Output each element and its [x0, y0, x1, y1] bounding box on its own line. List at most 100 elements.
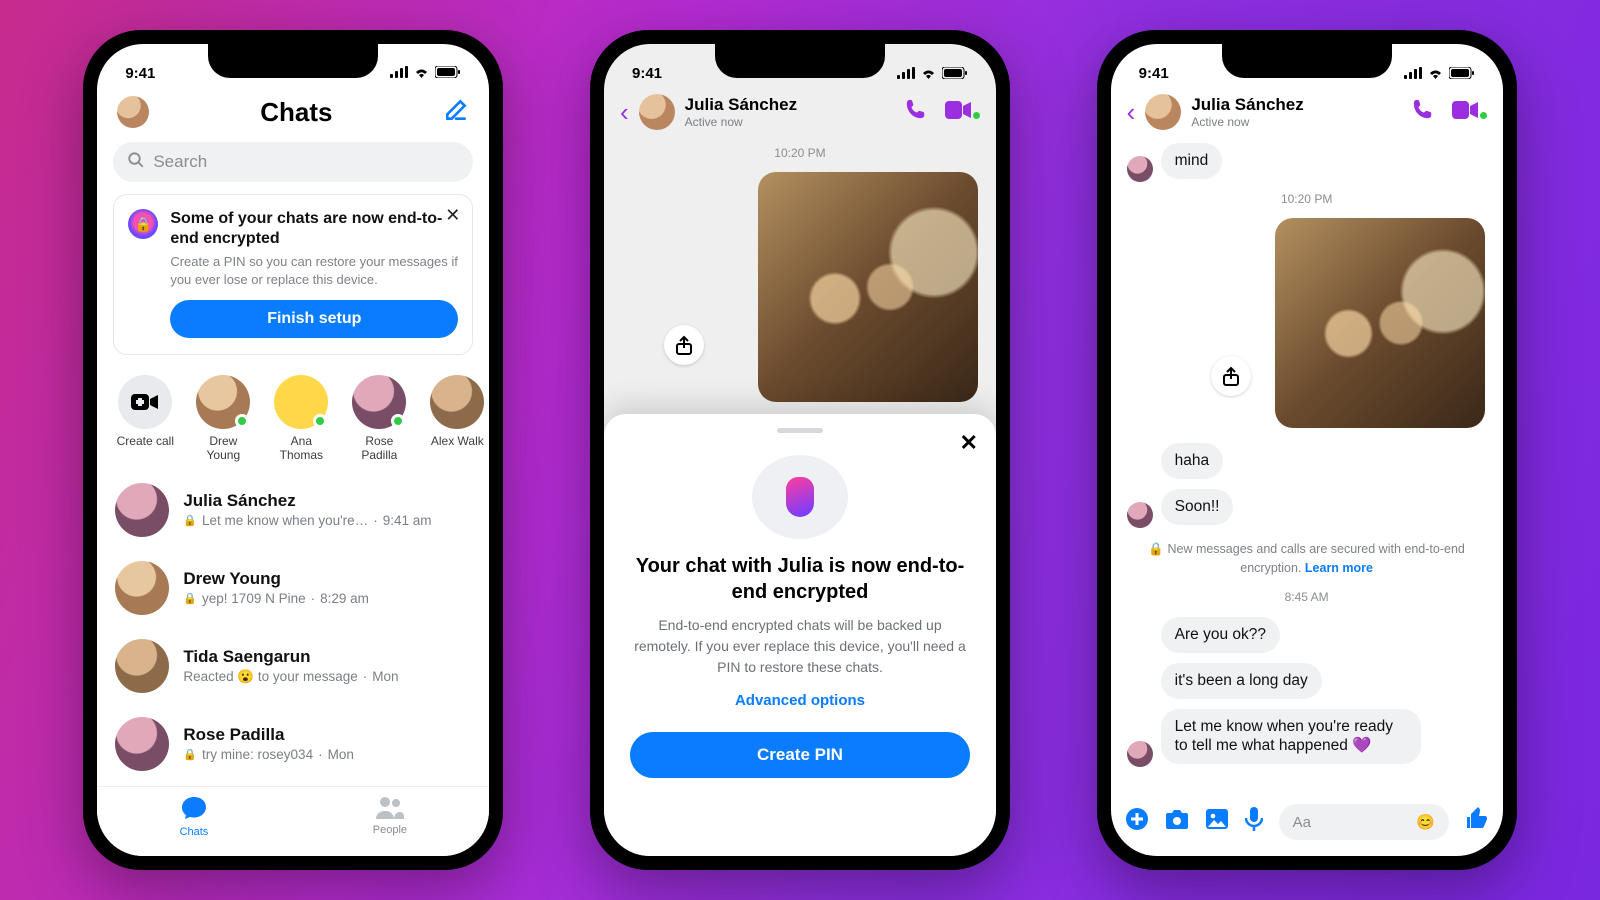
create-pin-button[interactable]: Create PIN — [630, 732, 970, 778]
message-bubble[interactable]: Are you ok?? — [1161, 617, 1280, 653]
message-timestamp: 10:20 PM — [1111, 192, 1503, 206]
message-bubble[interactable]: Let me know when you're ready to tell me… — [1161, 709, 1421, 764]
composer-mic-button[interactable] — [1245, 807, 1263, 837]
message-composer: Aa 😊 — [1111, 798, 1503, 846]
encryption-banner: 🔒 Some of your chats are now end-to-end … — [113, 194, 473, 355]
message-row-incoming: mind — [1111, 138, 1503, 184]
video-call-button[interactable] — [1452, 99, 1487, 125]
sheet-handle[interactable] — [777, 428, 823, 433]
compose-button[interactable] — [443, 97, 469, 128]
screen-chat-with-sheet: 9:41 ‹ Julia Sánchez Active now 10:20 PM — [604, 44, 996, 856]
screen-chats-list: 9:41 Chats S — [97, 44, 489, 856]
chat-avatar — [115, 717, 169, 771]
tray-create-call[interactable]: Create call — [113, 375, 177, 463]
bottom-tab-bar: Chats People — [97, 786, 489, 856]
people-tab-icon — [373, 795, 407, 824]
device-notch — [208, 44, 378, 78]
sent-photo-message[interactable] — [1275, 218, 1485, 428]
profile-avatar[interactable] — [117, 96, 149, 128]
sender-avatar — [1127, 741, 1153, 767]
sent-photo-message[interactable] — [758, 172, 978, 402]
active-dot-icon — [391, 414, 405, 428]
chat-row[interactable]: Julia Sánchez 🔒 Let me know when you're…… — [97, 471, 489, 549]
tray-contact[interactable]: Drew Young — [191, 375, 255, 463]
chat-row[interactable]: Tida Saengarun Reacted 😮 to your message… — [97, 627, 489, 705]
tab-people[interactable]: People — [373, 795, 407, 836]
tab-label: Chats — [180, 826, 209, 838]
contact-info[interactable]: Julia Sánchez Active now — [1191, 95, 1303, 129]
search-icon — [127, 151, 145, 174]
tray-contact[interactable]: Ana Thomas — [269, 375, 333, 463]
tray-contact[interactable]: Alex Walk — [425, 375, 489, 463]
tray-label: Rose Padilla — [361, 434, 397, 462]
contact-status: Active now — [685, 115, 797, 129]
contact-info[interactable]: Julia Sánchez Active now — [685, 95, 797, 129]
contact-status: Active now — [1191, 115, 1303, 129]
active-dot-icon — [973, 112, 980, 119]
composer-gallery-button[interactable] — [1205, 808, 1229, 836]
lock-icon: 🔒 — [183, 514, 197, 527]
create-call-icon — [118, 375, 172, 429]
emoji-picker-button[interactable]: 😊 — [1416, 813, 1435, 831]
chat-preview: 🔒 Let me know when you're… · 9:41 am — [183, 513, 471, 528]
tray-label: Drew Young — [207, 434, 241, 462]
chat-preview: Reacted 😮 to your message · Mon — [183, 669, 471, 685]
contact-avatar[interactable] — [1145, 94, 1181, 130]
tab-chats[interactable]: Chats — [180, 795, 209, 838]
sheet-close-button[interactable]: ✕ — [960, 430, 978, 456]
contact-name: Julia Sánchez — [685, 95, 797, 115]
message-bubble[interactable]: Soon!! — [1161, 489, 1234, 525]
active-dot-icon — [313, 414, 327, 428]
audio-call-button[interactable] — [1412, 98, 1434, 126]
lock-icon: 🔒 — [183, 748, 197, 761]
contact-avatar[interactable] — [639, 94, 675, 130]
tray-label: Ana Thomas — [280, 434, 323, 462]
status-time: 9:41 — [632, 65, 662, 82]
video-call-button[interactable] — [945, 99, 980, 125]
device-notch — [1222, 44, 1392, 78]
message-row-incoming: Soon!! — [1111, 484, 1503, 530]
active-dot-icon — [235, 414, 249, 428]
wifi-icon — [920, 67, 937, 79]
status-time: 9:41 — [125, 65, 155, 82]
composer-like-button[interactable] — [1465, 807, 1489, 837]
learn-more-link[interactable]: Learn more — [1305, 561, 1373, 575]
message-bubble[interactable]: it's been a long day — [1161, 663, 1322, 699]
phone-frame-1: 9:41 Chats S — [83, 30, 503, 870]
message-bubble[interactable]: haha — [1161, 443, 1223, 479]
back-button[interactable]: ‹ — [620, 97, 629, 128]
cellular-icon — [390, 65, 408, 82]
encryption-banner-icon: 🔒 — [128, 209, 158, 239]
share-button[interactable] — [1211, 356, 1251, 396]
lock-icon: 🔒 — [183, 592, 197, 605]
search-input[interactable]: Search — [113, 142, 473, 182]
sheet-title: Your chat with Julia is now end-to-end e… — [630, 553, 970, 605]
battery-icon — [1449, 67, 1475, 79]
banner-close-button[interactable]: ✕ — [445, 205, 460, 226]
composer-input[interactable]: Aa 😊 — [1279, 804, 1449, 840]
message-bubble[interactable]: mind — [1161, 143, 1223, 179]
back-button[interactable]: ‹ — [1127, 97, 1136, 128]
conversation-header: ‹ Julia Sánchez Active now — [1111, 90, 1503, 138]
chat-row[interactable]: Rose Padilla 🔒 try mine: rosey034 · Mon — [97, 705, 489, 783]
advanced-options-link[interactable]: Advanced options — [735, 692, 865, 709]
finish-setup-button[interactable]: Finish setup — [170, 300, 458, 338]
keyhole-icon — [786, 477, 814, 517]
audio-call-button[interactable] — [905, 98, 927, 126]
sheet-illustration — [752, 455, 848, 539]
chat-row[interactable]: Drew Young 🔒 yep! 1709 N Pine · 8:29 am — [97, 549, 489, 627]
chat-preview: 🔒 try mine: rosey034 · Mon — [183, 747, 471, 762]
tray-contact[interactable]: Rose Padilla — [347, 375, 411, 463]
chat-name: Rose Padilla — [183, 725, 471, 745]
share-button[interactable] — [664, 325, 704, 365]
tab-label: People — [373, 824, 407, 836]
message-timestamp: 8:45 AM — [1111, 590, 1503, 604]
sheet-body: End-to-end encrypted chats will be backe… — [630, 615, 970, 678]
contact-avatar — [274, 375, 328, 429]
active-contacts-tray[interactable]: Create call Drew Young Ana Thomas Rose P… — [97, 367, 489, 471]
composer-camera-button[interactable] — [1165, 808, 1189, 836]
contact-name: Julia Sánchez — [1191, 95, 1303, 115]
wifi-icon — [413, 65, 430, 82]
chat-avatar — [115, 639, 169, 693]
composer-add-button[interactable] — [1125, 807, 1149, 837]
